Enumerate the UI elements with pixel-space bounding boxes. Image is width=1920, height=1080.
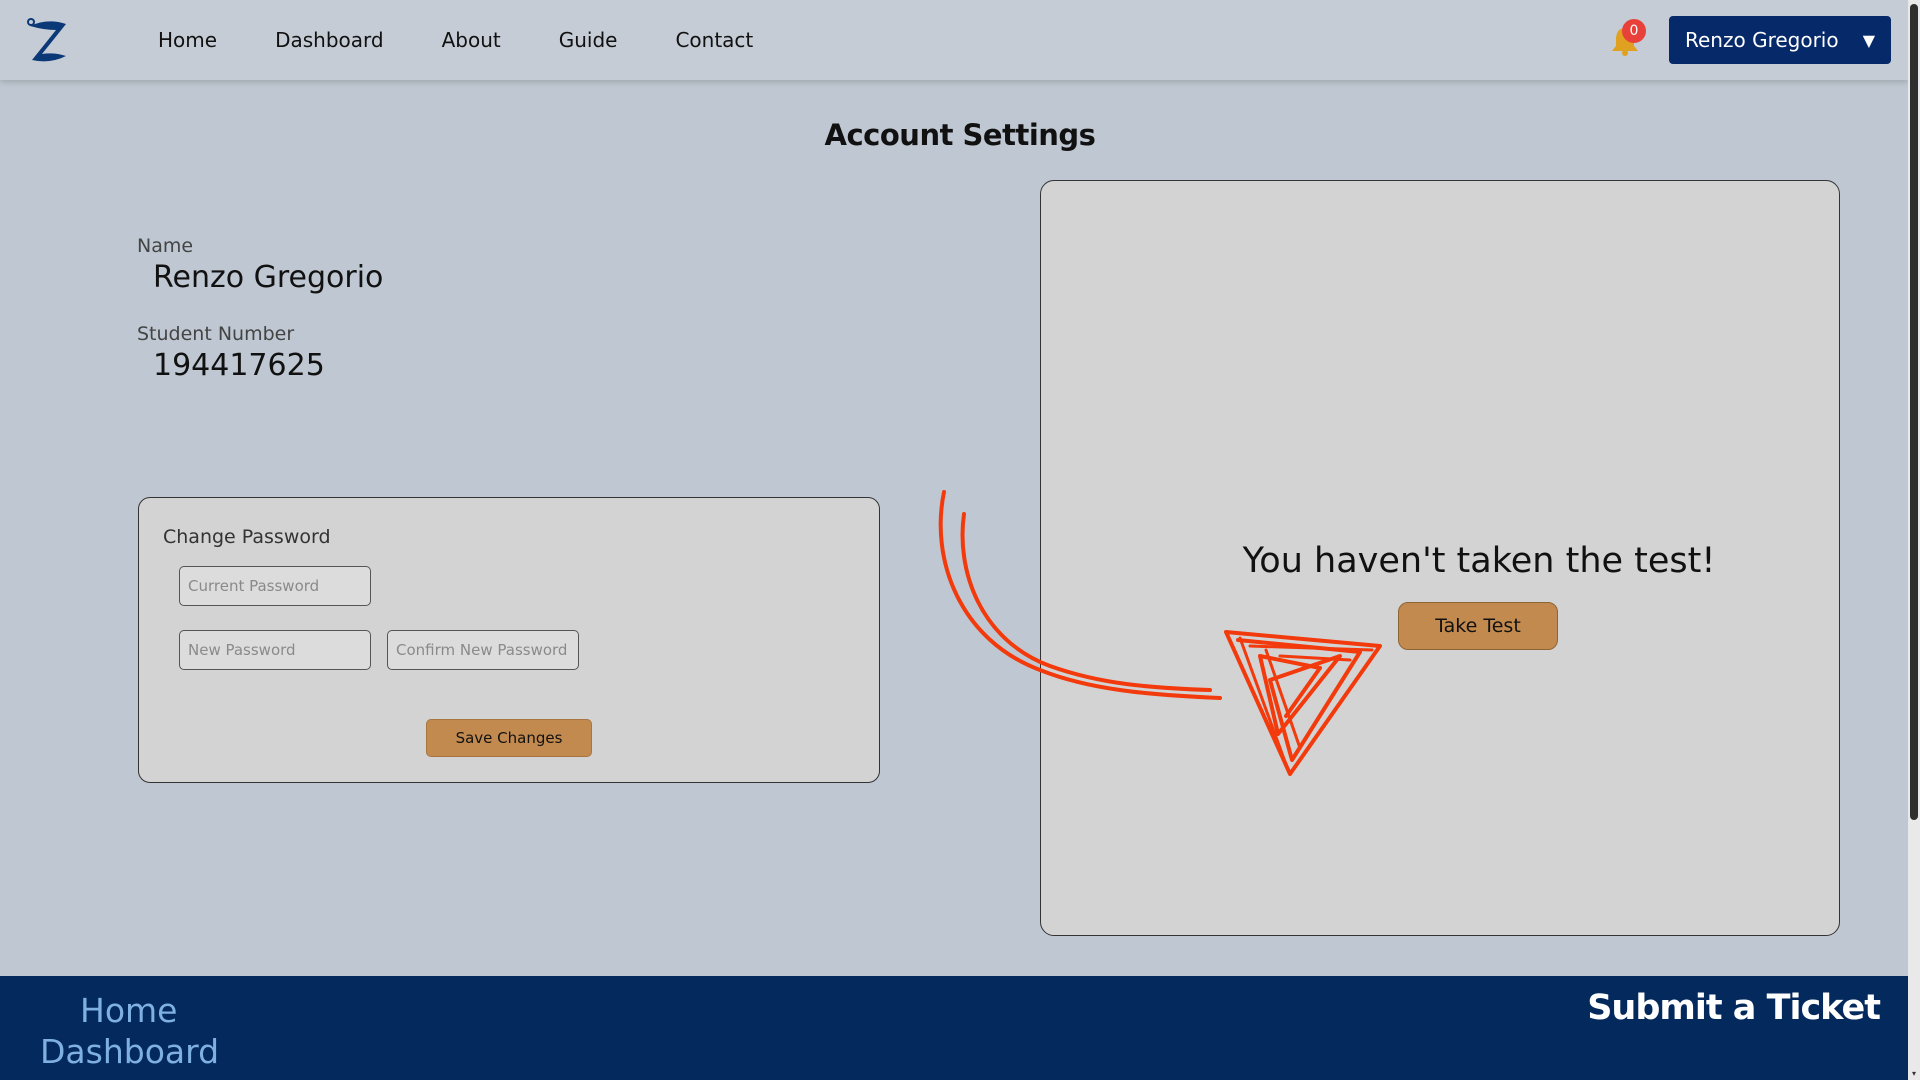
notification-badge: 0 <box>1622 19 1646 43</box>
student-number-label: Student Number <box>137 323 295 345</box>
name-label: Name <box>137 235 194 257</box>
take-test-button[interactable]: Take Test <box>1398 602 1558 650</box>
z-logo-icon[interactable] <box>22 14 74 66</box>
scrollbar-thumb[interactable] <box>1910 4 1918 820</box>
submit-ticket-link[interactable]: Submit a Ticket <box>1587 988 1881 1028</box>
caret-down-icon: ▼ <box>1862 30 1875 50</box>
current-password-input[interactable] <box>179 566 371 606</box>
page-scrollbar[interactable]: ▾ <box>1908 0 1920 1080</box>
nav-about-link[interactable]: About <box>442 28 501 52</box>
change-password-card: Change Password Save Changes <box>138 497 880 783</box>
change-password-title: Change Password <box>163 526 331 548</box>
nav-home-link[interactable]: Home <box>158 28 217 52</box>
scroll-down-arrow-icon[interactable]: ▾ <box>1908 1068 1920 1080</box>
test-status-message: You haven't taken the test! <box>1242 541 1716 581</box>
name-value: Renzo Gregorio <box>153 260 384 295</box>
nav-dashboard-link[interactable]: Dashboard <box>275 28 384 52</box>
footer-dashboard-link[interactable]: Dashboard <box>40 1032 219 1071</box>
student-number-value: 194417625 <box>153 348 325 383</box>
new-password-input[interactable] <box>179 630 371 670</box>
site-footer: Home Dashboard Submit a Ticket <box>0 976 1908 1080</box>
user-name: Renzo Gregorio <box>1685 28 1839 52</box>
user-menu-dropdown[interactable]: Renzo Gregorio ▼ <box>1669 16 1891 64</box>
footer-home-link[interactable]: Home <box>80 991 177 1030</box>
nav-links: Home Dashboard About Guide Contact <box>158 0 811 80</box>
page-title: Account Settings <box>824 118 1096 152</box>
test-status-card: You haven't taken the test! Take Test <box>1040 180 1840 936</box>
nav-contact-link[interactable]: Contact <box>675 28 753 52</box>
confirm-password-input[interactable] <box>387 630 579 670</box>
nav-guide-link[interactable]: Guide <box>559 28 618 52</box>
save-changes-button[interactable]: Save Changes <box>426 719 592 757</box>
top-navbar: Home Dashboard About Guide Contact 0 Ren… <box>0 0 1908 80</box>
